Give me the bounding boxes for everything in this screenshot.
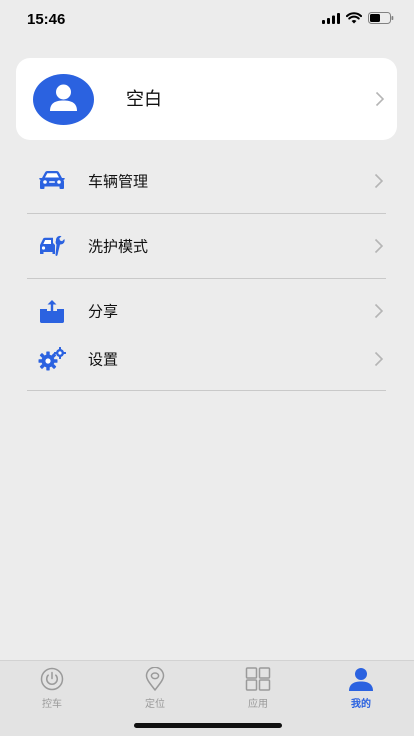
menu-item-label: 车辆管理 [88,172,149,191]
menu-item-wash-mode[interactable]: 洗护模式 [27,223,386,269]
menu-item-label: 分享 [88,302,119,321]
menu-item-label: 设置 [88,350,119,369]
menu-item-share[interactable]: 分享 [27,288,386,334]
avatar-icon [33,74,94,125]
power-icon [40,667,64,691]
chevron-right-icon [374,351,384,367]
status-time: 15:46 [27,11,66,28]
profile-name: 空白 [126,89,162,110]
tab-label: 我的 [351,699,371,710]
status-icons [322,12,394,24]
location-pin-icon [145,667,165,691]
apps-grid-icon [245,667,271,691]
chevron-right-icon [374,238,384,254]
tab-label: 控车 [42,699,62,710]
profile-card[interactable]: 空白 [16,58,397,140]
share-icon [40,300,64,323]
car-wrench-icon [40,235,65,256]
cellular-signal-icon [322,12,340,24]
tab-label: 应用 [248,699,268,710]
wifi-icon [346,12,362,24]
home-indicator [134,723,282,728]
menu-item-settings[interactable]: 设置 [27,336,386,382]
menu-item-vehicle-management[interactable]: 车辆管理 [27,158,386,204]
chevron-right-icon [375,91,385,107]
chevron-right-icon [374,173,384,189]
tab-location[interactable]: 定位 [115,667,195,711]
status-bar: 15:46 [0,0,414,40]
gears-icon [38,347,66,371]
tab-control[interactable]: 控车 [12,667,92,711]
tab-label: 定位 [145,699,165,710]
car-icon [39,171,65,189]
person-icon [349,668,373,691]
divider [27,390,386,391]
tab-apps[interactable]: 应用 [218,667,298,711]
menu-item-label: 洗护模式 [88,237,149,256]
divider [27,213,386,214]
divider [27,278,386,279]
chevron-right-icon [374,303,384,319]
tab-mine[interactable]: 我的 [321,667,401,711]
battery-icon [368,12,394,24]
